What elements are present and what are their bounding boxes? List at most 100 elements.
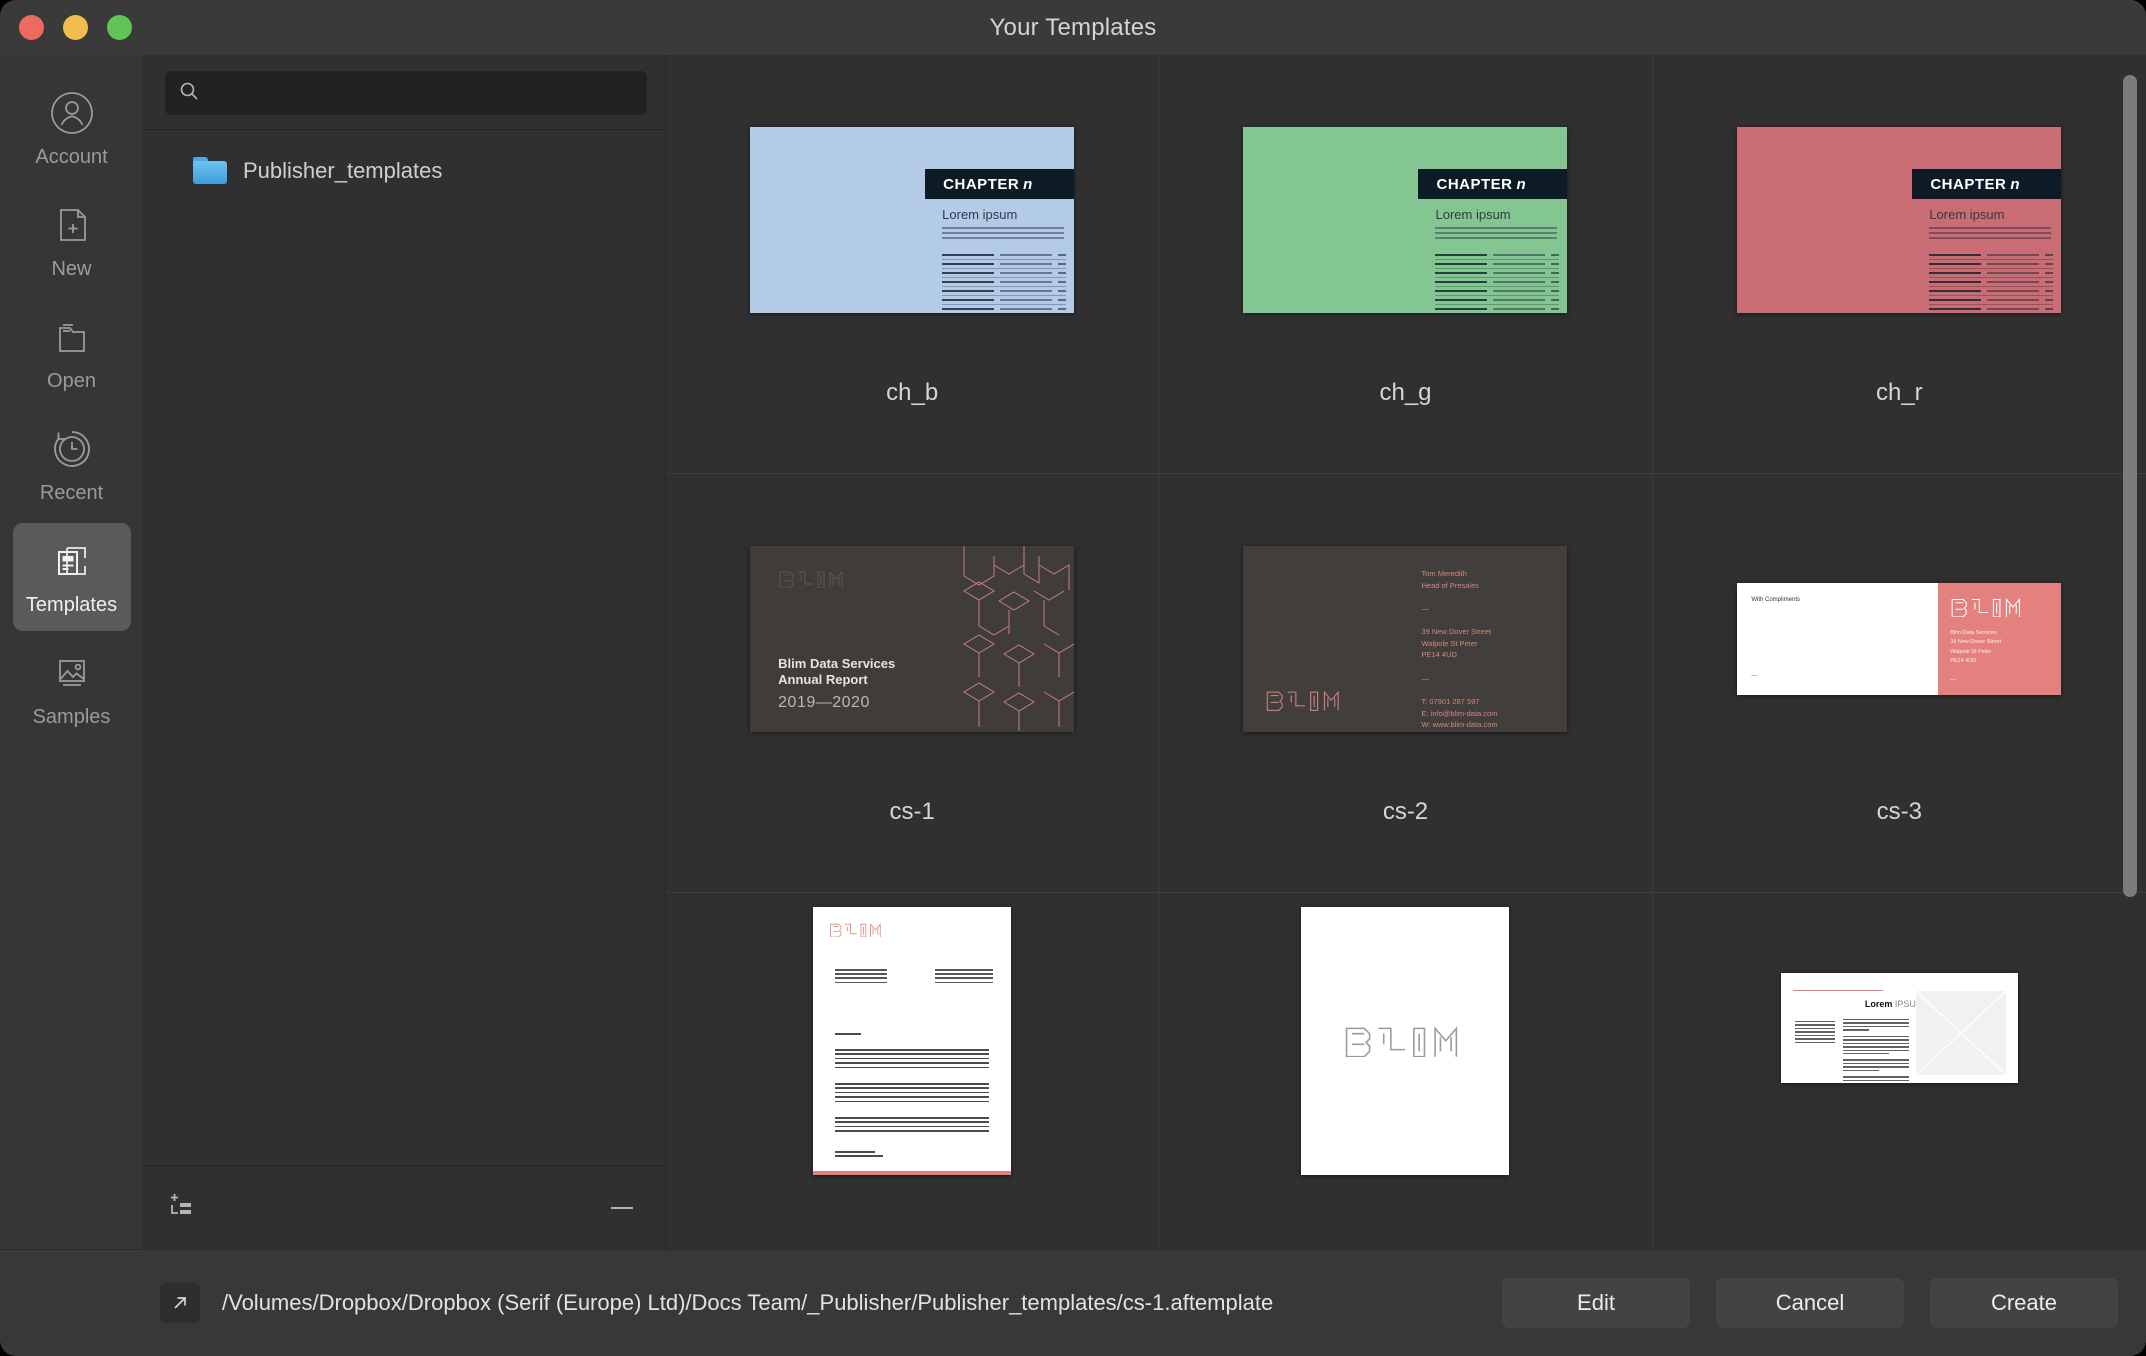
letterhead-signoff — [835, 1151, 989, 1160]
chapter-paragraph — [1929, 227, 2051, 242]
sidebar-item-label: Recent — [40, 482, 103, 505]
footer-bar: /Volumes/Dropbox/Dropbox (Serif (Europe)… — [0, 1249, 2146, 1356]
chapter-banner-title: CHAPTER — [1436, 176, 1512, 193]
compliments-left-page: With Compliments — — [1737, 583, 1938, 695]
chapter-heading: Lorem ipsum — [1929, 207, 2004, 222]
thumbnail-area: With Compliments — — [1653, 474, 2146, 804]
chapter-banner: CHAPTERn — [1418, 169, 1567, 199]
template-label: ch_r — [1876, 379, 1923, 407]
blim-logo-outline — [1950, 604, 2026, 621]
thumbnail-ch_g: CHAPTERn Lorem ipsum — [1243, 127, 1567, 313]
folder-item-label: Publisher_templates — [243, 158, 442, 184]
chapter-banner-title: CHAPTER — [1930, 176, 2006, 193]
template-cell-letterhead[interactable] — [666, 893, 1159, 1249]
thumbnail-logopage — [1301, 907, 1509, 1175]
template-cell-ch_g[interactable]: CHAPTERn Lorem ipsum — [1159, 55, 1652, 474]
thumbnail-area: CHAPTERn Lorem ipsum — [1159, 55, 1651, 385]
templates-grid: CHAPTERn Lorem ipsum — [666, 55, 2146, 1249]
annual-years: 2019—2020 — [778, 694, 870, 712]
add-folder-button[interactable] — [167, 1191, 201, 1225]
letterhead-recipient — [835, 969, 887, 986]
compliments-right-page: Blim Data Services 39 New Dover Street W… — [1938, 583, 2061, 695]
template-cell-cs-2[interactable]: Tom Meredith Head of Presales — 39 New D… — [1159, 474, 1652, 893]
template-cell-cs-3[interactable]: With Compliments — — [1653, 474, 2146, 893]
sidebar-item-label: Open — [47, 370, 96, 393]
blim-logo-outline — [1343, 1021, 1467, 1062]
chapter-toc — [942, 251, 1066, 313]
compliments-dash: — — [1751, 673, 1757, 679]
folder-item-publisher-templates[interactable]: Publisher_templates — [143, 148, 665, 193]
sidebar-item-account[interactable]: Account — [13, 75, 131, 183]
thumbnail-cs-3: With Compliments — — [1737, 583, 2061, 695]
spread-heading-bold: Lorem — [1865, 999, 1893, 1009]
chapter-paragraph — [942, 227, 1064, 242]
create-button[interactable]: Create — [1930, 1278, 2118, 1328]
compliments-address: Blim Data Services 39 New Dover Street W… — [1950, 629, 2006, 695]
letterhead-salutation — [835, 1033, 989, 1037]
templates-window: Your Templates Account — [0, 0, 2146, 1356]
thumbnail-area — [1159, 893, 1651, 1223]
template-label: ch_g — [1379, 379, 1431, 407]
spread-rule — [1793, 990, 1883, 991]
thumbnail-area: CHAPTERn Lorem ipsum — [1653, 55, 2146, 385]
spread-body-column — [1843, 1019, 1909, 1083]
thumbnail-cs-2: Tom Meredith Head of Presales — 39 New D… — [1243, 546, 1567, 732]
grid-scrollbar[interactable] — [2123, 75, 2137, 897]
cancel-button[interactable]: Cancel — [1716, 1278, 1904, 1328]
templates-icon — [49, 538, 95, 584]
thumbnail-spread: Lorem IPSUM — [1781, 973, 2018, 1083]
sidebar-item-open[interactable]: Open — [13, 299, 131, 407]
new-icon — [49, 202, 95, 248]
thumbnail-area — [666, 893, 1158, 1223]
sidebar-item-label: New — [51, 258, 91, 281]
template-cell-logopage[interactable] — [1159, 893, 1652, 1249]
search-box[interactable] — [165, 71, 647, 115]
chapter-banner-italic: n — [1023, 176, 1033, 193]
chapter-toc — [1929, 251, 2053, 313]
nav-rail: Account New Open — [0, 55, 143, 1249]
letterhead-sender — [935, 969, 993, 986]
spread-image-placeholder — [1916, 991, 2006, 1075]
chapter-banner-italic: n — [2010, 176, 2020, 193]
window-title: Your Templates — [0, 14, 2146, 42]
thumbnail-area: CHAPTERn Lorem ipsum — [666, 55, 1158, 385]
template-label: cs-3 — [1877, 798, 1922, 826]
footer-buttons: Edit Cancel Create — [1502, 1278, 2118, 1328]
folder-icon — [193, 157, 227, 184]
recent-icon — [49, 426, 95, 472]
edit-button[interactable]: Edit — [1502, 1278, 1690, 1328]
chapter-banner-title: CHAPTER — [943, 176, 1019, 193]
sidebar-item-recent[interactable]: Recent — [13, 411, 131, 519]
template-cell-ch_b[interactable]: CHAPTERn Lorem ipsum — [666, 55, 1159, 474]
sidebar-item-label: Samples — [33, 706, 111, 729]
search-icon — [179, 81, 199, 106]
thumbnail-area: Lorem IPSUM — [1653, 893, 2146, 1223]
thumbnail-area: Blim Data Services Annual Report 2019—20… — [666, 474, 1158, 804]
open-icon — [49, 314, 95, 360]
letterhead-body-1 — [835, 1049, 989, 1071]
reveal-in-finder-button[interactable] — [160, 1283, 200, 1323]
sidebar-item-label: Account — [35, 146, 107, 169]
search-input[interactable] — [209, 82, 633, 104]
thumbnail-cs-1: Blim Data Services Annual Report 2019—20… — [750, 546, 1074, 732]
sidebar-item-samples[interactable]: Samples — [13, 635, 131, 743]
chapter-toc — [1435, 251, 1559, 313]
account-icon — [49, 90, 95, 136]
sidebar-item-new[interactable]: New — [13, 187, 131, 295]
sidebar-item-label: Templates — [26, 594, 117, 617]
blim-logo-outline — [829, 921, 885, 942]
folders-footer — [143, 1165, 665, 1249]
folder-list: Publisher_templates — [143, 130, 665, 1165]
search-area — [143, 55, 665, 130]
template-label: ch_b — [886, 379, 938, 407]
letterhead-footer-bar — [813, 1171, 1011, 1175]
card-contact-details: Tom Meredith Head of Presales — 39 New D… — [1421, 568, 1497, 732]
template-cell-cs-1[interactable]: Blim Data Services Annual Report 2019—20… — [666, 474, 1159, 893]
selected-template-path: /Volumes/Dropbox/Dropbox (Serif (Europe)… — [222, 1290, 1502, 1316]
template-label: cs-2 — [1383, 798, 1428, 826]
template-cell-ch_r[interactable]: CHAPTERn Lorem ipsum — [1653, 55, 2146, 474]
remove-folder-button[interactable] — [609, 1203, 635, 1213]
window-body: Account New Open — [0, 55, 2146, 1249]
template-cell-spread[interactable]: Lorem IPSUM — [1653, 893, 2146, 1249]
sidebar-item-templates[interactable]: Templates — [13, 523, 131, 631]
